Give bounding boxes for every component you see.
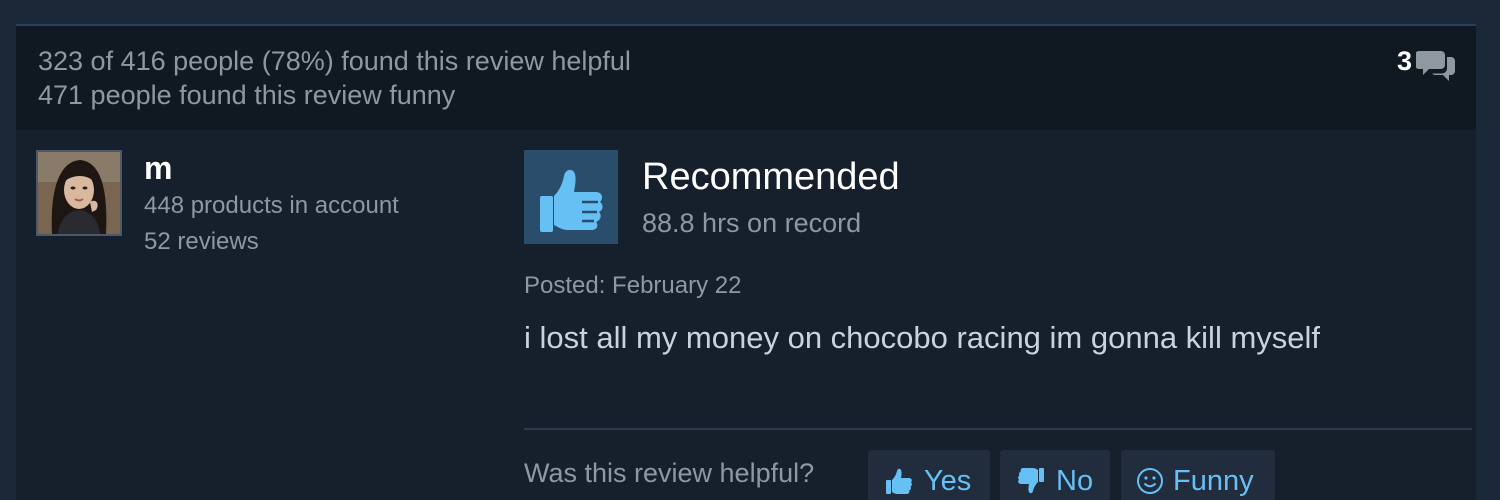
review-verdict[interactable]: Recommended (642, 156, 900, 199)
footer-divider (524, 428, 1472, 430)
comment-count: 3 (1396, 46, 1412, 76)
vote-funny-button[interactable]: Funny (1121, 450, 1275, 500)
author-name[interactable]: m (144, 150, 172, 187)
smiley-icon (1135, 466, 1165, 496)
comments-icon (1416, 46, 1456, 86)
thumbs-up-icon (882, 464, 916, 498)
author-reviews[interactable]: 52 reviews (144, 228, 259, 256)
vote-yes-button[interactable]: Yes (868, 450, 990, 500)
top-strip (16, 0, 1476, 26)
helpful-count-text: 323 of 416 people (78%) found this revie… (38, 46, 631, 76)
avatar[interactable] (36, 150, 122, 236)
vote-no-button[interactable]: No (1000, 450, 1110, 500)
vote-yes-label: Yes (924, 464, 972, 497)
helpful-prompt: Was this review helpful? (524, 458, 815, 488)
hours-on-record: 88.8 hrs on record (642, 208, 862, 238)
thumbs-down-icon (1014, 464, 1048, 498)
review-page: 323 of 416 people (78%) found this revie… (0, 0, 1500, 500)
thumbs-up-icon (524, 150, 618, 244)
review-card: 323 of 416 people (78%) found this revie… (16, 26, 1476, 500)
review-body: i lost all my money on chocobo racing im… (524, 320, 1321, 355)
funny-count-text: 471 people found this review funny (38, 80, 456, 110)
vote-funny-label: Funny (1173, 464, 1254, 497)
posted-date: Posted: February 22 (524, 272, 742, 299)
vote-no-label: No (1056, 464, 1094, 497)
review-card-header: 323 of 416 people (78%) found this revie… (16, 26, 1476, 130)
author-products[interactable]: 448 products in account (144, 192, 399, 220)
comment-count-link[interactable]: 3 (1397, 46, 1456, 86)
